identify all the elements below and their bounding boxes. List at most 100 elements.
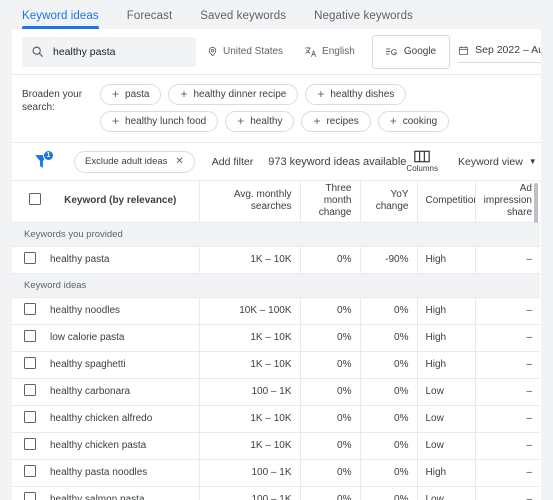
table-scrollbar-track[interactable] [534, 183, 538, 500]
broaden-chip-label: cooking [402, 116, 438, 127]
header-three-month-change[interactable]: Three month change [300, 181, 361, 223]
row-select-cell[interactable] [12, 246, 46, 274]
location-selector[interactable]: United States [196, 46, 294, 57]
broaden-chip[interactable]: + cooking [377, 111, 450, 132]
row-select-cell[interactable] [12, 378, 46, 406]
cell-keyword[interactable]: healthy pasta noodles [46, 459, 200, 487]
select-all-checkbox[interactable] [29, 193, 41, 206]
tab-saved-keywords[interactable]: Saved keywords [186, 10, 300, 29]
select-all-cell[interactable] [12, 181, 46, 223]
cell-keyword[interactable]: healthy salmon pasta [46, 486, 200, 500]
cell-three-month-change: 0% [300, 324, 361, 352]
header-ad-impression-share[interactable]: Ad impression share [475, 181, 540, 223]
broaden-chip[interactable]: + pasta [100, 84, 162, 105]
row-checkbox[interactable] [24, 492, 36, 500]
broaden-chip-label: healthy [250, 116, 283, 127]
search-input[interactable]: healthy pasta [22, 36, 196, 67]
cell-keyword[interactable]: healthy noodles [46, 297, 200, 325]
cell-keyword[interactable]: healthy chicken pasta [46, 432, 200, 460]
tab-bar: Keyword ideas Forecast Saved keywords Negat… [0, 0, 553, 29]
broaden-chip-label: healthy dishes [330, 89, 395, 100]
row-select-cell[interactable] [12, 324, 46, 352]
cell-yoy-change: 0% [360, 324, 418, 352]
row-checkbox[interactable] [24, 330, 36, 342]
table-row[interactable]: healthy spaghetti 1K – 10K 0% 0% High – [12, 351, 540, 379]
cell-keyword[interactable]: healthy pasta [46, 246, 200, 274]
view-selector[interactable]: Keyword view ▼ [458, 156, 537, 168]
cell-keyword[interactable]: healthy spaghetti [46, 351, 200, 379]
broaden-chip-label: healthy dinner recipe [193, 89, 287, 100]
row-checkbox[interactable] [24, 438, 36, 450]
row-select-cell[interactable] [12, 351, 46, 379]
cell-keyword[interactable]: low calorie pasta [46, 324, 200, 352]
cell-competition: Low [417, 486, 476, 500]
tab-keyword-ideas[interactable]: Keyword ideas [22, 10, 113, 29]
active-filter-label: Exclude adult ideas [85, 156, 168, 167]
cell-yoy-change: -90% [360, 246, 418, 274]
row-checkbox[interactable] [24, 252, 36, 264]
language-label: English [322, 46, 355, 57]
cell-avg-monthly-searches: 1K – 10K [199, 432, 301, 460]
row-select-cell[interactable] [12, 459, 46, 487]
tab-forecast[interactable]: Forecast [113, 10, 187, 29]
cell-yoy-change: 0% [360, 351, 418, 379]
broaden-chip[interactable]: + healthy [225, 111, 295, 132]
tab-negative-keywords[interactable]: Negative keywords [300, 10, 427, 29]
table-toolbar: 1 Exclude adult ideas ✕ Add filter 973 k… [12, 143, 541, 181]
table-row[interactable]: healthy pasta 1K – 10K 0% -90% High – [12, 246, 540, 274]
cell-avg-monthly-searches: 1K – 10K [199, 246, 301, 274]
cell-three-month-change: 0% [300, 297, 361, 325]
table-scrollbar-thumb[interactable] [534, 183, 538, 223]
table-row[interactable]: healthy chicken pasta 1K – 10K 0% 0% Low – [12, 432, 540, 460]
cell-yoy-change: 0% [360, 378, 418, 406]
table-row[interactable]: low calorie pasta 1K – 10K 0% 0% High – [12, 324, 540, 352]
row-checkbox[interactable] [24, 411, 36, 423]
header-keyword[interactable]: Keyword (by relevance) [46, 181, 200, 223]
header-yoy-change[interactable]: YoY change [360, 181, 418, 223]
broaden-chip[interactable]: + recipes [301, 111, 371, 132]
table-row[interactable]: healthy carbonara 100 – 1K 0% 0% Low – [12, 378, 540, 406]
header-avg-monthly-searches[interactable]: Avg. monthly searches [199, 181, 301, 223]
network-selector[interactable]: Google [371, 34, 451, 69]
plus-icon: + [389, 114, 397, 128]
cell-keyword[interactable]: healthy carbonara [46, 378, 200, 406]
cell-keyword[interactable]: healthy chicken alfredo [46, 405, 200, 433]
table-row[interactable]: healthy chicken alfredo 1K – 10K 0% 0% Low – [12, 405, 540, 433]
row-checkbox[interactable] [24, 384, 36, 396]
row-select-cell[interactable] [12, 432, 46, 460]
plus-icon: + [180, 87, 188, 101]
date-range-selector[interactable]: Sep 2022 – Aug 2023 ▼ [458, 41, 541, 63]
table-row[interactable]: healthy pasta noodles 100 – 1K 0% 0% High – [12, 459, 540, 487]
broaden-chip-label: healthy lunch food [125, 116, 207, 127]
table-row[interactable]: healthy salmon pasta 100 – 1K 0% 0% Low – [12, 486, 540, 500]
broaden-chip[interactable]: + healthy lunch food [100, 111, 219, 132]
language-selector[interactable]: English [294, 46, 366, 57]
cell-three-month-change: 0% [300, 378, 361, 406]
table-head: Keyword (by relevance) Avg. monthly sear… [12, 181, 540, 223]
row-checkbox[interactable] [24, 303, 36, 315]
row-select-cell[interactable] [12, 297, 46, 325]
cell-ad-impression-share: – [475, 432, 540, 460]
row-select-cell[interactable] [12, 486, 46, 500]
broaden-chip[interactable]: + healthy dishes [305, 84, 407, 105]
filter-button[interactable]: 1 [32, 149, 54, 172]
calendar-icon [458, 45, 469, 56]
cell-three-month-change: 0% [300, 432, 361, 460]
broaden-chip-label: pasta [125, 89, 150, 100]
active-filter-chip[interactable]: Exclude adult ideas ✕ [74, 150, 195, 173]
row-checkbox[interactable] [24, 357, 36, 369]
header-competition[interactable]: Competition [417, 181, 476, 223]
cell-yoy-change: 0% [360, 432, 418, 460]
close-icon[interactable]: ✕ [175, 156, 183, 167]
table-row[interactable]: healthy noodles 10K – 100K 0% 0% High – [12, 297, 540, 325]
cell-three-month-change: 0% [300, 486, 361, 500]
columns-button[interactable]: Columns [406, 150, 440, 173]
row-select-cell[interactable] [12, 405, 46, 433]
broaden-chip[interactable]: + healthy dinner recipe [168, 84, 299, 105]
cell-avg-monthly-searches: 1K – 10K [199, 324, 301, 352]
chevron-down-icon: ▼ [528, 157, 537, 166]
add-filter-button[interactable]: Add filter [212, 156, 253, 168]
cell-three-month-change: 0% [300, 246, 361, 274]
row-checkbox[interactable] [24, 465, 36, 477]
network-label: Google [403, 46, 437, 57]
